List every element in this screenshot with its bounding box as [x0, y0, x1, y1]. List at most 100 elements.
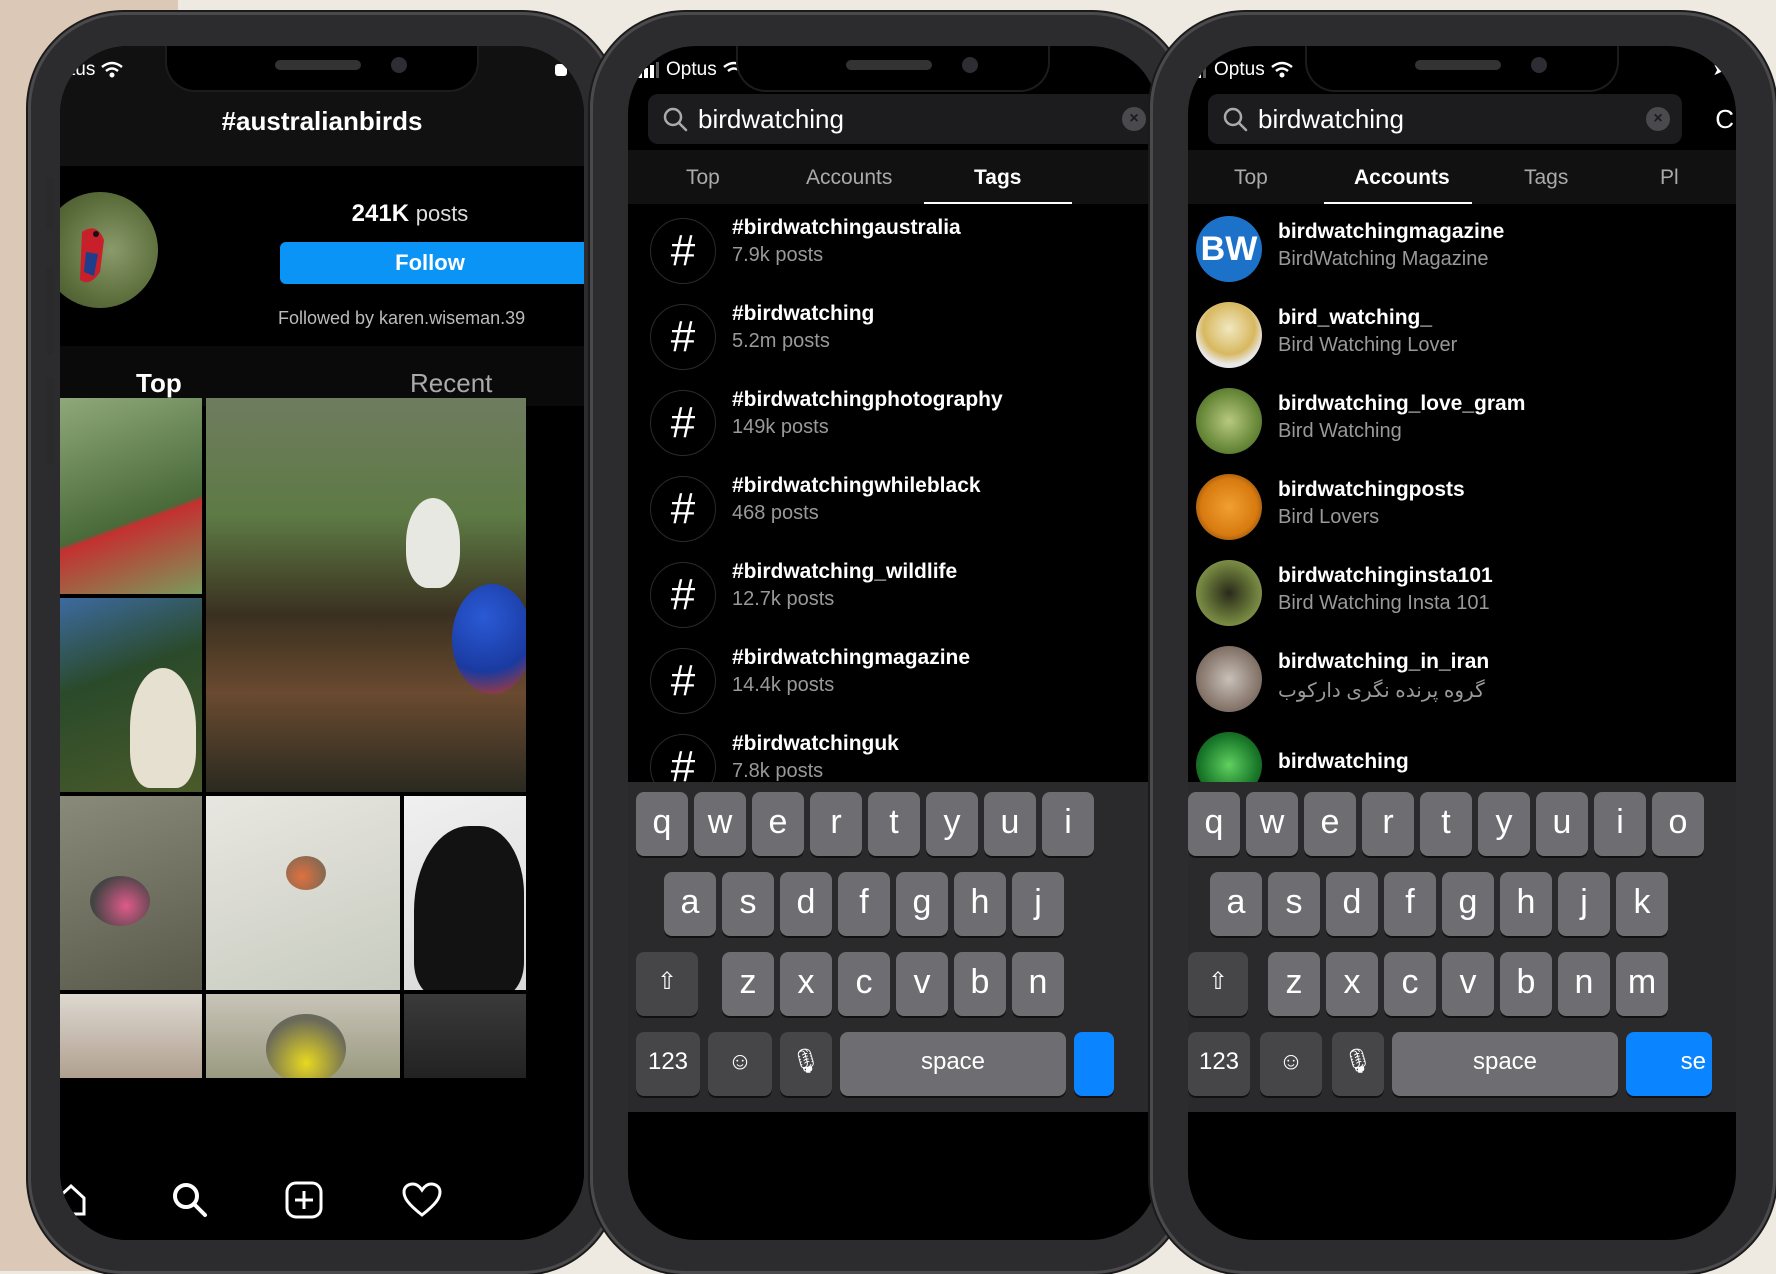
- key-q[interactable]: q: [1188, 792, 1240, 856]
- clear-search-icon[interactable]: ×: [1122, 107, 1146, 131]
- key-b[interactable]: b: [1500, 952, 1552, 1016]
- key-u[interactable]: u: [1536, 792, 1588, 856]
- search-input[interactable]: birdwatching ×: [648, 94, 1158, 144]
- key-o[interactable]: o: [1652, 792, 1704, 856]
- tab-tags[interactable]: Tags: [974, 166, 1021, 190]
- account-username: birdwatching_in_iran: [1278, 650, 1490, 673]
- tab-recent[interactable]: Recent: [410, 368, 492, 399]
- key-h[interactable]: h: [954, 872, 1006, 936]
- search-key[interactable]: se: [1626, 1032, 1712, 1096]
- hashtag-icon: #: [650, 390, 716, 456]
- key-i[interactable]: i: [1594, 792, 1646, 856]
- key-u[interactable]: u: [984, 792, 1036, 856]
- key-a[interactable]: a: [664, 872, 716, 936]
- key-v[interactable]: v: [1442, 952, 1494, 1016]
- shift-key[interactable]: ⇧: [636, 952, 698, 1016]
- hashtag-icon: #: [650, 218, 716, 284]
- tab-top[interactable]: Top: [136, 368, 182, 399]
- key-x[interactable]: x: [780, 952, 832, 1016]
- key-f[interactable]: f: [838, 872, 890, 936]
- key-s[interactable]: s: [722, 872, 774, 936]
- microphone-key[interactable]: 🎙: [780, 1032, 832, 1096]
- key-k[interactable]: k: [1616, 872, 1668, 936]
- key-q[interactable]: q: [636, 792, 688, 856]
- key-x[interactable]: x: [1326, 952, 1378, 1016]
- notch: [738, 46, 1048, 90]
- key-s[interactable]: s: [1268, 872, 1320, 936]
- photo-tile[interactable]: [60, 598, 202, 792]
- photo-tile[interactable]: [206, 994, 400, 1078]
- alarm-icon: [555, 64, 568, 76]
- search-key[interactable]: [1074, 1032, 1114, 1096]
- search-icon[interactable]: [170, 1180, 210, 1220]
- key-e[interactable]: e: [1304, 792, 1356, 856]
- numbers-key[interactable]: 123: [1188, 1032, 1250, 1096]
- key-h[interactable]: h: [1500, 872, 1552, 936]
- key-w[interactable]: w: [694, 792, 746, 856]
- key-d[interactable]: d: [1326, 872, 1378, 936]
- tab-top[interactable]: Top: [686, 166, 720, 190]
- key-a[interactable]: a: [1210, 872, 1262, 936]
- key-j[interactable]: j: [1558, 872, 1610, 936]
- key-e[interactable]: e: [752, 792, 804, 856]
- key-z[interactable]: z: [1268, 952, 1320, 1016]
- key-y[interactable]: y: [1478, 792, 1530, 856]
- numbers-key[interactable]: 123: [636, 1032, 700, 1096]
- follow-button[interactable]: Follow: [280, 242, 584, 284]
- key-c[interactable]: c: [1384, 952, 1436, 1016]
- key-r[interactable]: r: [1362, 792, 1414, 856]
- account-fullname: Bird Watching Lover: [1278, 334, 1458, 356]
- tab-tags[interactable]: Tags: [1524, 166, 1568, 190]
- key-y[interactable]: y: [926, 792, 978, 856]
- photo-tile[interactable]: [60, 994, 202, 1078]
- key-r[interactable]: r: [810, 792, 862, 856]
- emoji-key[interactable]: ☺: [708, 1032, 772, 1096]
- key-z[interactable]: z: [722, 952, 774, 1016]
- tab-accounts[interactable]: Accounts: [1354, 166, 1450, 190]
- hashtag-icon: #: [650, 304, 716, 370]
- shift-key[interactable]: ⇧: [1188, 952, 1248, 1016]
- key-i[interactable]: i: [1042, 792, 1094, 856]
- account-username: bird_watching_: [1278, 306, 1433, 329]
- photo-tile[interactable]: [404, 796, 526, 990]
- photo-tile[interactable]: [206, 796, 400, 990]
- key-v[interactable]: v: [896, 952, 948, 1016]
- tab-top[interactable]: Top: [1234, 166, 1268, 190]
- key-w[interactable]: w: [1246, 792, 1298, 856]
- space-key[interactable]: space: [1392, 1032, 1618, 1096]
- key-n[interactable]: n: [1558, 952, 1610, 1016]
- photo-tile[interactable]: [206, 398, 526, 792]
- microphone-key[interactable]: 🎙: [1332, 1032, 1384, 1096]
- key-b[interactable]: b: [954, 952, 1006, 1016]
- new-post-icon[interactable]: [284, 1180, 324, 1220]
- key-g[interactable]: g: [1442, 872, 1494, 936]
- heart-icon[interactable]: [402, 1182, 442, 1218]
- key-c[interactable]: c: [838, 952, 890, 1016]
- account-fullname: Bird Watching: [1278, 420, 1402, 442]
- signal-icon: [1198, 65, 1206, 78]
- key-j[interactable]: j: [1012, 872, 1064, 936]
- followed-by-text[interactable]: Followed by karen.wiseman.39: [278, 308, 525, 329]
- photo-tile[interactable]: [404, 994, 526, 1078]
- photo-tile[interactable]: [60, 398, 202, 594]
- tag-post-count: 468 posts: [732, 502, 819, 524]
- home-icon[interactable]: [60, 1180, 88, 1218]
- status-bar-left: Optus: [638, 58, 739, 82]
- tab-places[interactable]: Pl: [1660, 166, 1679, 190]
- search-input[interactable]: birdwatching ×: [1208, 94, 1682, 144]
- key-m[interactable]: m: [1616, 952, 1668, 1016]
- avatar: [1196, 474, 1262, 540]
- tab-accounts[interactable]: Accounts: [806, 166, 892, 190]
- clear-search-icon[interactable]: ×: [1646, 107, 1670, 131]
- key-t[interactable]: t: [1420, 792, 1472, 856]
- key-g[interactable]: g: [896, 872, 948, 936]
- key-d[interactable]: d: [780, 872, 832, 936]
- key-n[interactable]: n: [1012, 952, 1064, 1016]
- cancel-button[interactable]: C: [1715, 104, 1734, 135]
- photo-tile[interactable]: [60, 796, 202, 990]
- key-f[interactable]: f: [1384, 872, 1436, 936]
- space-key[interactable]: space: [840, 1032, 1066, 1096]
- emoji-key[interactable]: ☺: [1260, 1032, 1322, 1096]
- key-t[interactable]: t: [868, 792, 920, 856]
- hashtag-avatar[interactable]: [60, 192, 158, 308]
